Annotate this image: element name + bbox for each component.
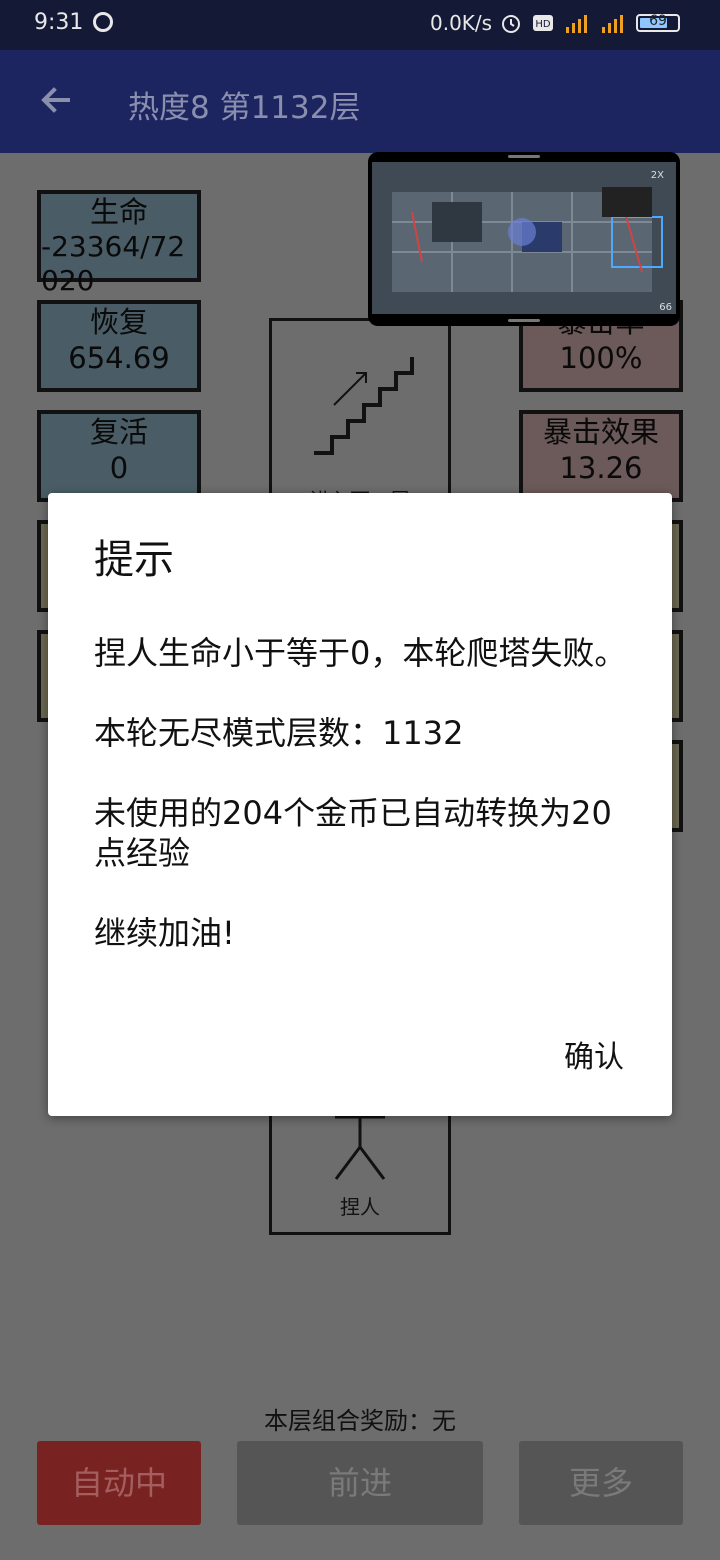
floor-reward-text: 本层组合奖励：无 [264, 1407, 456, 1435]
dialog-line-floors: 本轮无尽模式层数：1132 [94, 714, 464, 752]
pip-drag-handle[interactable] [508, 155, 540, 158]
dialog-message: 捏人生命小于等于0，本轮爬塔失败。 本轮无尽模式层数：1132 未使用的204个… [94, 633, 634, 993]
hp-stat: 生命 -23364/72020 [37, 190, 201, 297]
crit-rate-value: 100% [559, 341, 643, 375]
regen-value: 654.69 [68, 341, 170, 375]
regen-label: 恢复 [89, 305, 148, 339]
dialog-title: 提示 [94, 537, 174, 583]
game-scene-image: 2X 66 [372, 162, 676, 314]
revive-value: 0 [109, 451, 129, 485]
stairs-icon [314, 357, 414, 455]
dialog-line-coins: 未使用的204个金币已自动转换为20点经验 [94, 794, 612, 872]
net-speed: 0.0K/s [430, 11, 493, 35]
dialog-line-cheer: 继续加油! [94, 914, 235, 952]
status-time: 9:31 [34, 10, 84, 35]
alert-dialog: 提示 捏人生命小于等于0，本轮爬塔失败。 本轮无尽模式层数：1132 未使用的2… [48, 493, 672, 1116]
person-button[interactable]: 捏人 [269, 1111, 451, 1235]
hd-icon: HD [533, 15, 553, 31]
forward-button[interactable]: 前进 [237, 1441, 483, 1525]
battery-level: 69 [649, 13, 667, 29]
pip-bottom-handle [508, 319, 540, 322]
status-bar: 9:31 0.0K/s HD 69 [0, 0, 720, 50]
crit-dmg-label: 暴击效果 [542, 415, 659, 449]
app-bar: 热度8 第1132层 [0, 50, 720, 153]
netease-icon [93, 12, 113, 32]
person-label: 捏人 [340, 1195, 380, 1219]
hp-label: 生命 [89, 195, 148, 229]
status-icons: HD 69 [500, 12, 680, 34]
auto-button[interactable]: 自动中 [37, 1441, 201, 1525]
pip-video-frame: 2X 66 [372, 162, 676, 314]
signal-icon-2 [600, 13, 626, 33]
crit-dmg-value: 13.26 [559, 451, 643, 485]
pip-speed: 2X [651, 170, 664, 181]
person-icon [334, 1115, 386, 1180]
revive-stat: 复活 0 [37, 410, 201, 502]
dialog-line-fail: 捏人生命小于等于0，本轮爬塔失败。 [94, 634, 627, 672]
next-floor-button[interactable]: 进入下一层 [269, 318, 451, 518]
crit-dmg-stat: 暴击效果 13.26 [519, 410, 683, 502]
pip-counter: 66 [659, 302, 672, 313]
confirm-button[interactable]: 确认 [564, 1032, 624, 1076]
regen-stat: 恢复 654.69 [37, 300, 201, 392]
pip-video-window[interactable]: 2X 66 [368, 152, 680, 326]
hp-value: -23364/72020 [41, 230, 186, 297]
revive-label: 复活 [89, 415, 148, 449]
back-arrow-icon[interactable] [36, 80, 76, 120]
signal-icon [564, 13, 590, 33]
svg-text:HD: HD [535, 19, 551, 30]
more-button[interactable]: 更多 [519, 1441, 683, 1525]
alarm-icon [502, 15, 520, 33]
battery-icon: 69 [636, 13, 680, 32]
page-title: 热度8 第1132层 [128, 90, 361, 126]
